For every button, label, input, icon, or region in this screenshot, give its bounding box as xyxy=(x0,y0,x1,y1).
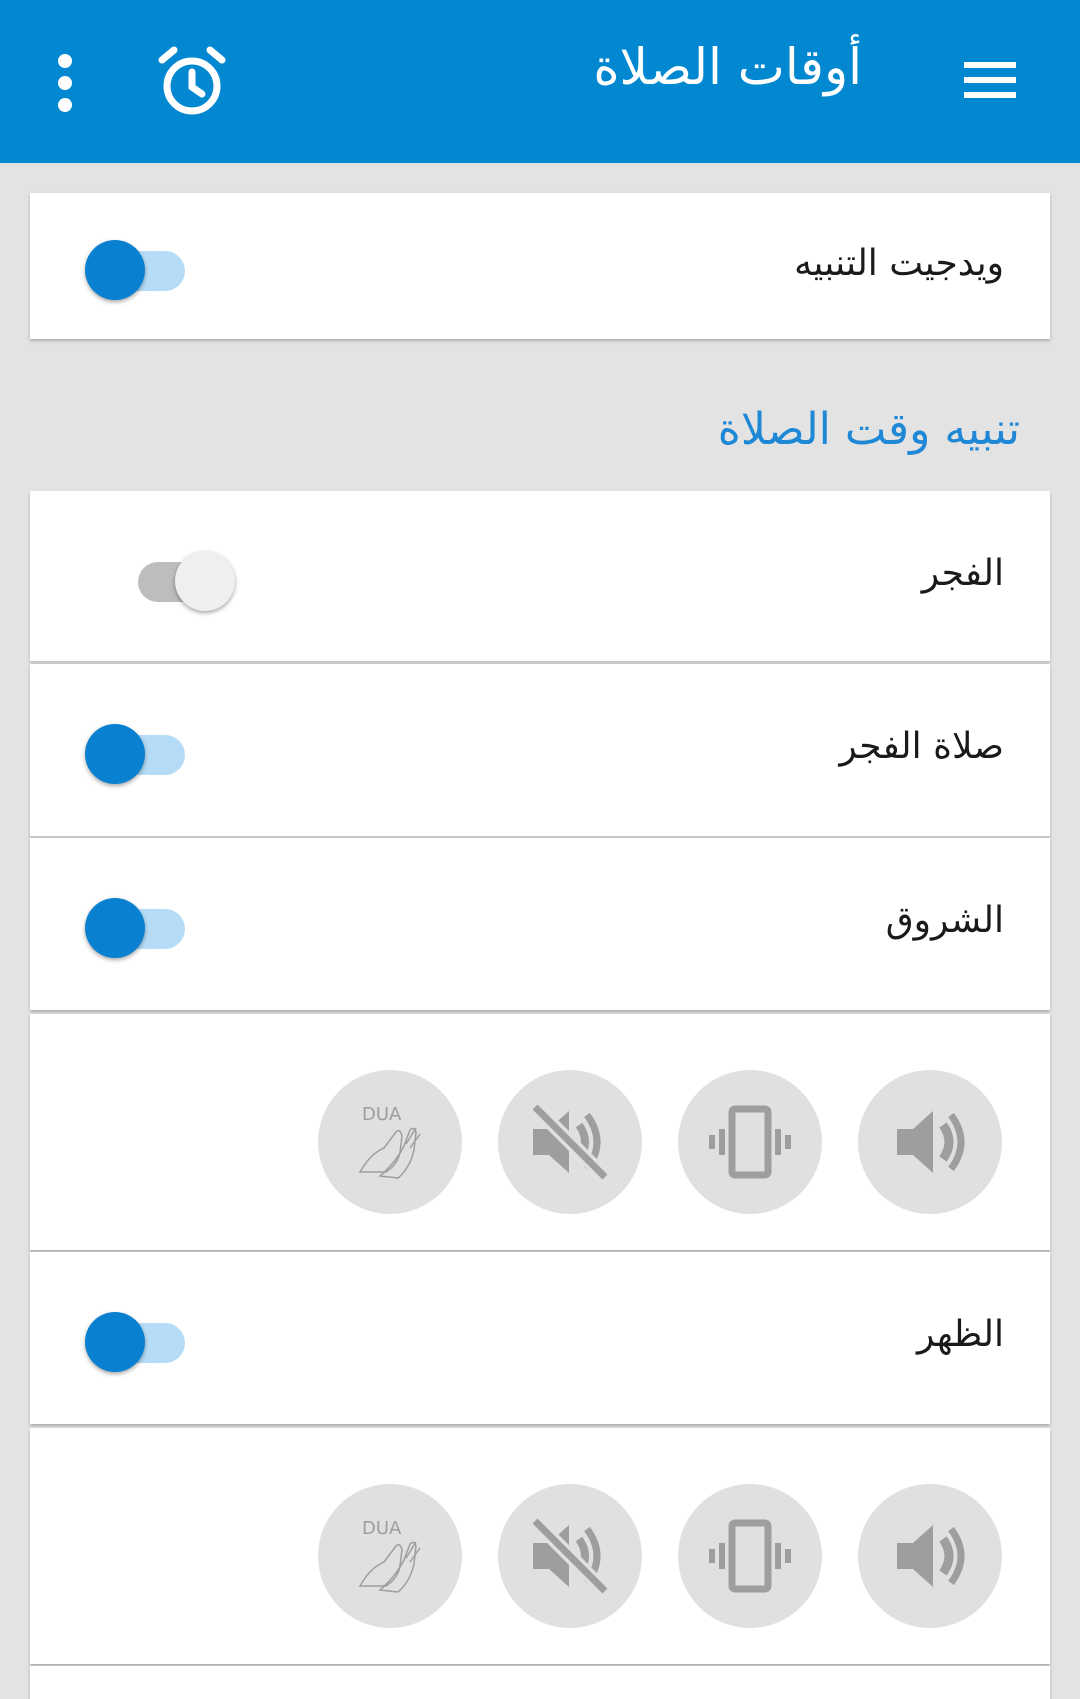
prayer-label: صلاة الفجر xyxy=(839,726,1004,767)
toggle-knob xyxy=(85,1312,145,1372)
prayer-label: الشروق xyxy=(885,900,1004,941)
mute-icon[interactable] xyxy=(498,1070,642,1214)
hamburger-menu-icon[interactable] xyxy=(960,55,1030,105)
prayer-row-fajr-prayer: صلاة الفجر xyxy=(30,664,1050,836)
alarm-clock-icon[interactable] xyxy=(152,42,232,122)
sound-controls-panel: DUA xyxy=(30,1014,1050,1250)
toggle-knob xyxy=(85,898,145,958)
dua-hands-icon[interactable]: DUA xyxy=(318,1484,462,1628)
vibrate-icon[interactable] xyxy=(678,1484,822,1628)
row-divider xyxy=(30,661,1050,663)
prayer-toggle[interactable] xyxy=(85,892,185,958)
app-bar: أوقات الصلاة xyxy=(0,0,1080,163)
toggle-knob xyxy=(85,240,145,300)
mute-icon[interactable] xyxy=(498,1484,642,1628)
dua-text: DUA xyxy=(362,1518,402,1539)
toggle-knob xyxy=(175,551,235,611)
widget-alarm-label: ويدجيت التنبيه xyxy=(794,243,1004,284)
widget-alarm-card: ويدجيت التنبيه xyxy=(30,193,1050,339)
prayer-row-sunrise: الشروق xyxy=(30,838,1050,1010)
prayer-row-fajr: الفجر xyxy=(30,491,1050,661)
toggle-knob xyxy=(85,724,145,784)
dua-hands-icon[interactable]: DUA xyxy=(318,1070,462,1214)
prayer-label: الفجر xyxy=(921,553,1004,594)
volume-up-icon[interactable] xyxy=(858,1484,1002,1628)
prayer-row-next xyxy=(30,1666,1050,1699)
sound-controls-panel: DUA xyxy=(30,1428,1050,1664)
prayer-row-dhuhr: الظهر xyxy=(30,1252,1050,1424)
more-vertical-icon[interactable] xyxy=(44,48,86,118)
dua-text: DUA xyxy=(362,1104,402,1125)
prayer-toggle[interactable] xyxy=(85,718,185,784)
prayer-toggle[interactable] xyxy=(78,545,235,611)
prayer-toggle[interactable] xyxy=(85,1306,185,1372)
volume-up-icon[interactable] xyxy=(858,1070,1002,1214)
prayer-label: الظهر xyxy=(917,1314,1004,1355)
widget-alarm-toggle[interactable] xyxy=(85,234,185,300)
page-title: أوقات الصلاة xyxy=(593,38,862,96)
section-header: تنبيه وقت الصلاة xyxy=(717,404,1020,455)
vibrate-icon[interactable] xyxy=(678,1070,822,1214)
